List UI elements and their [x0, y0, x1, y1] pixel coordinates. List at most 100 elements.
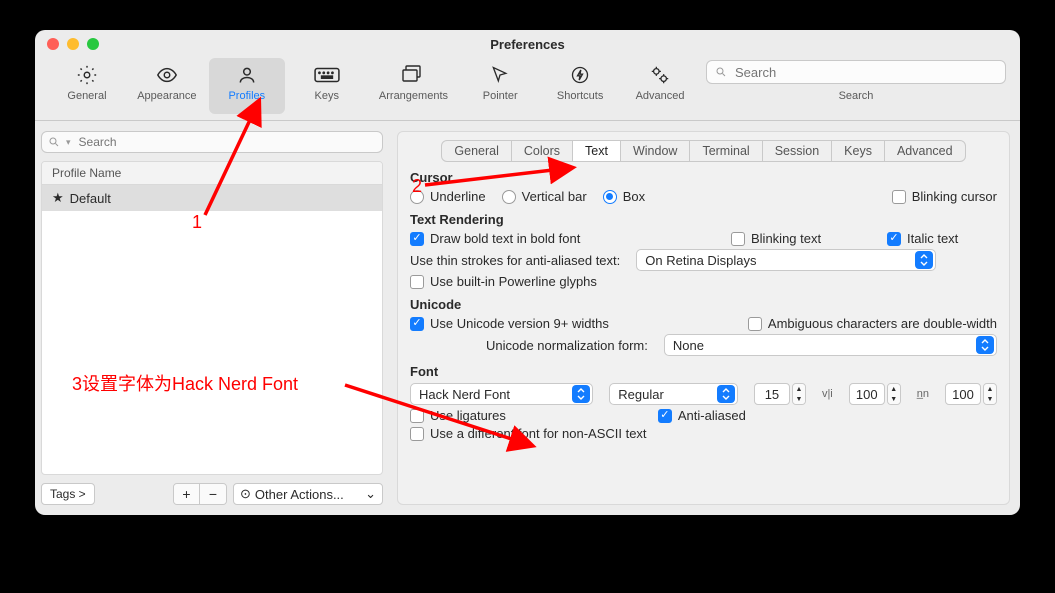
font-size-stepper[interactable]: ▲▼: [792, 383, 806, 405]
toolbar-pointer[interactable]: Pointer: [462, 58, 538, 114]
line-spacing-stepper[interactable]: ▲▼: [983, 383, 997, 405]
remove-profile-button[interactable]: −: [200, 484, 226, 504]
toolbar-arrangements[interactable]: Arrangements: [369, 58, 459, 114]
antialiased-check[interactable]: Anti-aliased: [658, 408, 746, 423]
line-spacing-value: 100: [945, 383, 981, 405]
preferences-window: Preferences General Appearance Profiles …: [35, 30, 1020, 515]
ambiguous-width-check[interactable]: Ambiguous characters are double-width: [748, 316, 997, 331]
windows-icon: [401, 62, 425, 88]
toolbar-search[interactable]: [706, 60, 1006, 84]
close-icon[interactable]: [47, 38, 59, 50]
add-profile-button[interactable]: +: [174, 484, 200, 504]
gears-icon: [649, 62, 671, 88]
norm-value: None: [673, 338, 704, 353]
updown-icon: [915, 251, 933, 269]
updown-icon: [717, 385, 735, 403]
toolbar-label: Shortcuts: [557, 90, 603, 102]
tab-keys[interactable]: Keys: [832, 141, 885, 161]
pointer-icon: [490, 62, 510, 88]
left-panel: ▾ Profile Name ★ Default Tags > + −: [41, 131, 383, 505]
powerline-check[interactable]: Use built-in Powerline glyphs: [410, 274, 597, 289]
updown-icon: [976, 336, 994, 354]
section-cursor: Cursor: [410, 170, 997, 185]
thin-strokes-value: On Retina Displays: [645, 253, 756, 268]
norm-label: Unicode normalization form:: [486, 338, 648, 353]
search-icon: [715, 66, 727, 78]
profile-row-default[interactable]: ★ Default: [42, 185, 382, 211]
toolbar-search-label: Search: [839, 90, 874, 102]
right-panel: General Colors Text Window Terminal Sess…: [397, 131, 1010, 505]
chevron-down-icon: ⌄: [365, 486, 376, 502]
toolbar-appearance[interactable]: Appearance: [129, 58, 205, 114]
vli-label: v|i: [822, 388, 833, 400]
titlebar: Preferences: [35, 30, 1020, 58]
profile-search-input[interactable]: [77, 134, 376, 150]
thin-strokes-select[interactable]: On Retina Displays: [636, 249, 936, 271]
other-actions-label: Other Actions...: [255, 487, 344, 502]
bolt-icon: [570, 62, 590, 88]
toolbar: General Appearance Profiles Keys Arrange…: [35, 58, 1020, 121]
cursor-box-radio[interactable]: Box: [603, 189, 645, 204]
chevron-down-icon: ▾: [66, 137, 71, 148]
toolbar-label: Profiles: [228, 90, 265, 102]
cursor-underline-radio[interactable]: Underline: [410, 189, 486, 204]
tab-text[interactable]: Text: [573, 141, 621, 161]
profile-table-header: Profile Name: [42, 162, 382, 185]
norm-select[interactable]: None: [664, 334, 997, 356]
profile-table: Profile Name ★ Default: [41, 161, 383, 475]
toolbar-label: General: [67, 90, 106, 102]
blinking-text-check[interactable]: Blinking text: [731, 231, 871, 246]
toolbar-profiles[interactable]: Profiles: [209, 58, 285, 114]
font-style-value: Regular: [618, 387, 664, 402]
ligatures-check[interactable]: Use ligatures: [410, 408, 506, 423]
tab-terminal[interactable]: Terminal: [690, 141, 762, 161]
non-ascii-font-check[interactable]: Use a different font for non-ASCII text: [410, 426, 647, 441]
tags-button[interactable]: Tags >: [41, 483, 95, 505]
tab-general[interactable]: General: [442, 141, 511, 161]
letter-spacing-field[interactable]: 100 ▲▼: [849, 383, 901, 405]
toolbar-search-input[interactable]: [733, 64, 997, 81]
profile-search[interactable]: ▾: [41, 131, 383, 153]
cursor-vertical-radio[interactable]: Vertical bar: [502, 189, 587, 204]
toolbar-label: Advanced: [636, 90, 685, 102]
line-spacing-field[interactable]: 100 ▲▼: [945, 383, 997, 405]
tab-window[interactable]: Window: [621, 141, 690, 161]
letter-spacing-stepper[interactable]: ▲▼: [887, 383, 901, 405]
toolbar-label: Appearance: [137, 90, 196, 102]
section-text-rendering: Text Rendering: [410, 212, 997, 227]
traffic-lights: [47, 38, 99, 50]
toolbar-general[interactable]: General: [49, 58, 125, 114]
font-size-field[interactable]: 15 ▲▼: [754, 383, 806, 405]
italic-text-check[interactable]: Italic text: [887, 231, 997, 246]
other-actions-menu[interactable]: ⊙ Other Actions... ⌄: [233, 483, 383, 505]
section-font: Font: [410, 364, 997, 379]
star-icon: ★: [52, 190, 64, 206]
blinking-cursor-check[interactable]: Blinking cursor: [892, 189, 997, 204]
font-style-select[interactable]: Regular: [609, 383, 738, 405]
toolbar-keys[interactable]: Keys: [289, 58, 365, 114]
toolbar-advanced[interactable]: Advanced: [622, 58, 698, 114]
minimize-icon[interactable]: [67, 38, 79, 50]
keyboard-icon: [314, 62, 340, 88]
menu-icon: ⊙: [240, 486, 251, 502]
font-family-value: Hack Nerd Font: [419, 387, 510, 402]
font-family-select[interactable]: Hack Nerd Font: [410, 383, 593, 405]
bold-text-check[interactable]: Draw bold text in bold font: [410, 231, 580, 246]
profile-tabs: General Colors Text Window Terminal Sess…: [441, 140, 965, 162]
unicode-v9-check[interactable]: Use Unicode version 9+ widths: [410, 316, 609, 331]
gear-icon: [76, 62, 98, 88]
letter-spacing-value: 100: [849, 383, 885, 405]
toolbar-label: Pointer: [483, 90, 518, 102]
toolbar-shortcuts[interactable]: Shortcuts: [542, 58, 618, 114]
tab-session[interactable]: Session: [763, 141, 832, 161]
eye-icon: [155, 62, 179, 88]
toolbar-search-wrap: Search: [706, 60, 1006, 102]
person-icon: [237, 62, 257, 88]
font-size-value: 15: [754, 383, 790, 405]
window-title: Preferences: [490, 37, 564, 52]
tab-advanced[interactable]: Advanced: [885, 141, 965, 161]
zoom-icon[interactable]: [87, 38, 99, 50]
tab-colors[interactable]: Colors: [512, 141, 573, 161]
nn-label: n̲n: [917, 388, 929, 400]
updown-icon: [572, 385, 590, 403]
